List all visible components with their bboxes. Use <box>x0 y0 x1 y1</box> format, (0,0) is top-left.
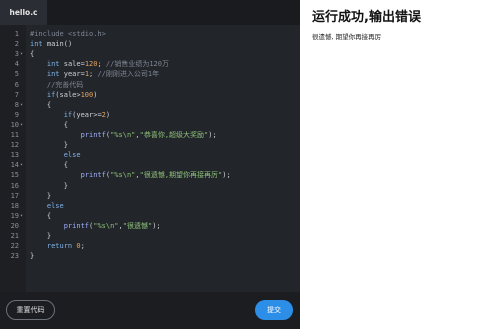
tab-hello-c[interactable]: hello.c <box>0 0 47 25</box>
code-line: 6 //完善代码 <box>0 80 300 90</box>
line-number: 9 <box>14 110 19 119</box>
line-number: 20 <box>10 221 19 230</box>
line-number: 8 <box>14 100 19 109</box>
code-line: 10 ▾ { <box>0 120 300 130</box>
code-text: printf("%s\n","很遗憾"); <box>63 221 161 230</box>
code-text: } <box>30 232 52 240</box>
code-text: else <box>63 151 81 160</box>
line-number: 19 <box>10 211 19 220</box>
line-number: 15 <box>10 171 19 180</box>
code-line: 4 int sale=120; //销售业绩为120万 <box>0 59 300 69</box>
line-number: 2 <box>14 40 19 49</box>
code-text: { <box>30 211 52 220</box>
line-number: 10 <box>10 120 19 129</box>
line-number: 4 <box>14 60 19 69</box>
code-text: if(sale>100) <box>46 90 98 99</box>
line-number: 13 <box>10 151 19 160</box>
fold-toggle-icon[interactable]: ▾ <box>20 160 25 170</box>
code-line: 1 #include <stdio.h> <box>0 29 300 39</box>
code-line: 19 ▾ { <box>0 211 300 221</box>
code-text: int year=1; //刚刚进入公司1年 <box>46 70 160 79</box>
code-line: 18 else <box>0 201 300 211</box>
code-text: #include <stdio.h> <box>30 30 106 38</box>
code-editor-panel: hello.c 1 #include <stdio.h> 2 int main() 3 ▾… <box>0 0 300 329</box>
fold-toggle-icon[interactable]: ▾ <box>20 49 25 59</box>
output-title: 运行成功,输出错误 <box>312 10 421 25</box>
code-line: 21 } <box>0 231 300 241</box>
code-text: if(year>=2) <box>63 110 111 119</box>
editor-tab-bar: hello.c <box>0 0 300 25</box>
code-line: 13 else <box>0 150 300 160</box>
code-editor[interactable]: 1 #include <stdio.h> 2 int main() 3 ▾{4 int s… <box>0 25 300 292</box>
code-line: 3 ▾ { <box>0 49 300 59</box>
line-number: 14 <box>10 161 19 170</box>
reset-code-button[interactable]: 重置代码 <box>6 300 55 320</box>
code-text: else <box>46 201 64 210</box>
line-number: 12 <box>10 141 19 150</box>
line-number: 23 <box>10 252 19 261</box>
output-text: 很遗憾, 期望你再接再厉 <box>312 33 382 41</box>
line-number: 3 <box>14 50 19 59</box>
code-line: 7 if(sale>100) <box>0 90 300 100</box>
code-line: 15 printf("%s\n","很遗憾,期望你再接再厉"); <box>0 170 300 180</box>
code-line: 22 return 0; <box>0 241 300 251</box>
code-line: 17 } <box>0 191 300 201</box>
line-number: 7 <box>14 90 19 99</box>
line-number: 22 <box>10 242 19 251</box>
fold-toggle-icon[interactable]: ▾ <box>20 211 25 221</box>
exercise-page: hello.c 1 #include <stdio.h> 2 int main() 3 ▾… <box>0 0 500 329</box>
line-number: 5 <box>14 70 19 79</box>
code-text: } <box>30 181 68 190</box>
code-text: } <box>30 141 68 150</box>
code-line: 12 } <box>0 140 300 150</box>
code-text: return 0; <box>46 242 85 251</box>
fold-toggle-icon[interactable]: ▾ <box>20 100 25 110</box>
code-text: printf("%s\n","恭喜你,超级大奖励"); <box>80 131 217 139</box>
code-line: 9 if(year>=2) <box>0 110 300 120</box>
code-line: 14 ▾ { <box>0 160 300 170</box>
code-text: } <box>30 252 35 261</box>
line-number: 1 <box>14 30 19 38</box>
code-line: 20 printf("%s\n","很遗憾"); <box>0 221 300 231</box>
code-text: int sale=120; //销售业绩为120万 <box>46 60 169 69</box>
submit-button[interactable]: 提交 <box>255 300 293 320</box>
code-line: 8 ▾ { <box>0 100 300 110</box>
line-number: 11 <box>10 131 19 139</box>
line-number: 21 <box>10 232 19 240</box>
code-text: } <box>30 191 52 200</box>
code-line: 11 printf("%s\n","恭喜你,超级大奖励"); <box>0 130 300 140</box>
code-text: //完善代码 <box>46 80 84 89</box>
code-text: { <box>30 100 52 109</box>
code-line: 2 int main() <box>0 39 300 49</box>
code-text: int main() <box>30 40 73 49</box>
fold-toggle-icon[interactable]: ▾ <box>20 120 25 130</box>
code-line: 23} <box>0 251 300 261</box>
code-text: printf("%s\n","很遗憾,期望你再接再厉"); <box>80 171 231 180</box>
code-text: { <box>30 50 35 59</box>
line-number: 18 <box>10 201 19 210</box>
code-text: { <box>30 120 68 129</box>
code-line: 16 } <box>0 181 300 191</box>
line-number: 17 <box>10 191 19 200</box>
code-text: { <box>30 161 68 170</box>
line-number: 16 <box>10 181 19 190</box>
code-line: 5 int year=1; //刚刚进入公司1年 <box>0 69 300 79</box>
line-number: 6 <box>14 80 19 89</box>
